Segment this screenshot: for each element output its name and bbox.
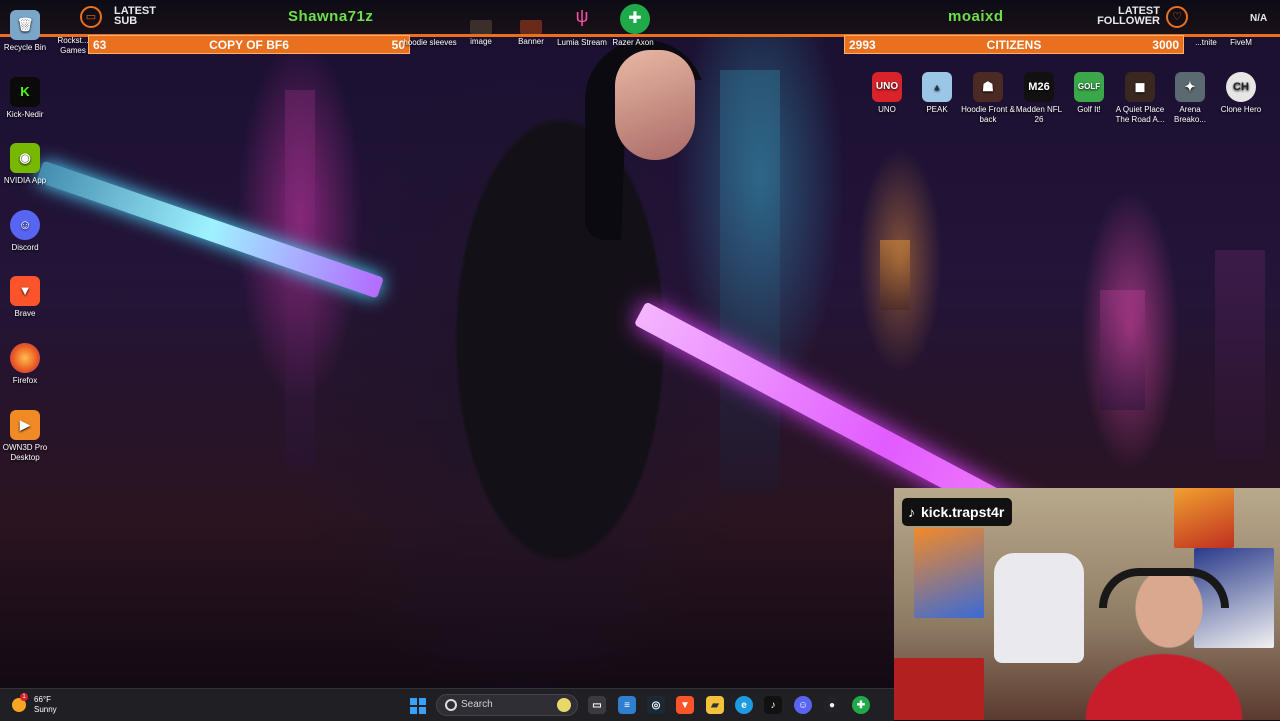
desktop-icon-hoodie-front-back[interactable]: ☗ Hoodie Front & back	[961, 72, 1015, 125]
own3d-icon: ▶	[10, 410, 40, 440]
clone-hero-icon: CH	[1226, 72, 1256, 102]
razer-axon-icon: ✚	[620, 4, 650, 34]
desktop-icon-discord[interactable]: ☺ Discord	[0, 210, 52, 253]
desktop-icon-rockstar[interactable]: Rockst... Games	[46, 36, 100, 56]
firefox-icon	[10, 343, 40, 373]
quiet-place-icon: ◼	[1125, 72, 1155, 102]
desktop-icon-razer-axon[interactable]: Razer Axon	[606, 38, 660, 48]
task-view-icon[interactable]: ▭	[588, 696, 606, 714]
goal-bar-right: 2993 CITIZENS 3000	[844, 35, 1184, 54]
desktop-icon-arena-breakout[interactable]: ✦ Arena Breako...	[1163, 72, 1217, 125]
desktop-icon-banner[interactable]: Banner	[504, 20, 558, 47]
desktop-icon-image[interactable]: image	[454, 20, 508, 47]
arena-breakout-icon: ✦	[1175, 72, 1205, 102]
nvidia-icon: ◉	[10, 143, 40, 173]
file-explorer-icon[interactable]: ▰	[706, 696, 724, 714]
search-placeholder: Search	[461, 699, 493, 710]
desktop-icon-peak[interactable]: ▲ PEAK	[910, 72, 964, 115]
latest-follower-na: N/A	[1250, 13, 1268, 24]
discord-icon[interactable]: ☺	[794, 696, 812, 714]
social-handle-badge: ♪ kick.trapst4r	[902, 498, 1013, 526]
headset	[1099, 568, 1229, 608]
desktop-icon-recycle-bin[interactable]: 🗑 Recycle Bin	[0, 10, 52, 53]
obs-icon[interactable]: ●	[823, 696, 841, 714]
goal-right-title: CITIZENS	[986, 38, 1042, 52]
desktop-icon-lumia-stream[interactable]: Lumia Stream	[555, 38, 609, 48]
image-file-icon: ☗	[973, 72, 1003, 102]
image-file-icon	[470, 20, 492, 34]
kick-icon: K	[10, 77, 40, 107]
goal-bar-left: 63 COPY OF BF6 50	[88, 35, 410, 54]
wall-poster	[914, 528, 984, 618]
desktop-icon-madden-nfl-26[interactable]: M26 Madden NFL 26	[1012, 72, 1066, 125]
desktop-icon-brave[interactable]: ▼ Brave	[0, 276, 52, 319]
desktop-icon-uno[interactable]: UNO UNO	[860, 72, 914, 115]
tiktok-icon[interactable]: ♪	[764, 696, 782, 714]
latest-sub-name: Shawna71z	[288, 8, 374, 25]
desktop-icon-nvidia-app[interactable]: ◉ NVIDIA App	[0, 143, 52, 186]
social-handle: kick.trapst4r	[921, 504, 1005, 520]
recycle-bin-icon: 🗑	[10, 10, 40, 40]
desktop-icon-clone-hero[interactable]: CH Clone Hero	[1214, 72, 1268, 115]
goal-left-title: COPY OF BF6	[209, 38, 289, 52]
madden-icon: M26	[1024, 72, 1054, 102]
desktop-icon-firefox[interactable]: Firefox	[0, 343, 52, 386]
desktop-icon-hoodie-sleeves[interactable]: hoodie sleeves	[403, 38, 457, 48]
start-button[interactable]	[410, 698, 426, 714]
latest-follower-name: moaixd	[948, 8, 1004, 25]
golf-it-icon: GOLF	[1074, 72, 1104, 102]
stream-overlay-topbar: ▭ LATEST SUB Shawna71z ✚ ψ moaixd LATEST…	[0, 0, 1280, 37]
brave-icon[interactable]: ▼	[676, 696, 694, 714]
shoe-boxes	[894, 658, 984, 720]
discord-icon: ☺	[10, 210, 40, 240]
goal-right-end: 3000	[1152, 38, 1179, 52]
weather-temp: 66°F	[34, 695, 51, 704]
search-highlight-icon	[557, 698, 571, 712]
webcam-overlay: ♪ kick.trapst4r	[894, 488, 1280, 720]
taskbar-search[interactable]: Search	[436, 694, 578, 716]
steam-icon[interactable]: ◎	[647, 696, 665, 714]
taskbar: 1 66°F Sunny Search ▭ ≡ ◎ ▼ ▰ e ♪ ☺ ● ✚	[0, 688, 894, 721]
desktop-icon-kick-nedir[interactable]: K Kick-Nedir	[0, 77, 52, 120]
blue-blade	[36, 160, 384, 299]
notification-badge: 1	[20, 693, 28, 701]
heart-icon: ♡	[1166, 6, 1188, 28]
twitch-icon: ▭	[80, 6, 102, 28]
desktop-icon-golf-it[interactable]: GOLF Golf It!	[1062, 72, 1116, 115]
edge-icon[interactable]: e	[735, 696, 753, 714]
search-icon	[445, 699, 457, 711]
notepad-icon[interactable]: ≡	[618, 696, 636, 714]
lumia-icon: ψ	[575, 6, 589, 26]
uno-icon: UNO	[872, 72, 902, 102]
razer-axon-icon[interactable]: ✚	[852, 696, 870, 714]
weather-desc: Sunny	[34, 705, 57, 714]
desktop-icon-fivem[interactable]: FiveM	[1214, 38, 1268, 48]
desktop-icon-own3d-pro[interactable]: ▶ OWN3D Pro Desktop	[0, 410, 52, 463]
brave-icon: ▼	[10, 276, 40, 306]
wall-poster	[1174, 488, 1234, 548]
desktop-icon-a-quiet-place[interactable]: ◼ A Quiet Place The Road A...	[1113, 72, 1167, 125]
peak-icon: ▲	[922, 72, 952, 102]
tiktok-icon: ♪	[908, 504, 915, 520]
latest-follower-label: LATEST FOLLOWER	[1097, 5, 1160, 27]
latest-sub-label: LATEST SUB	[114, 5, 156, 27]
image-file-icon	[520, 20, 542, 34]
